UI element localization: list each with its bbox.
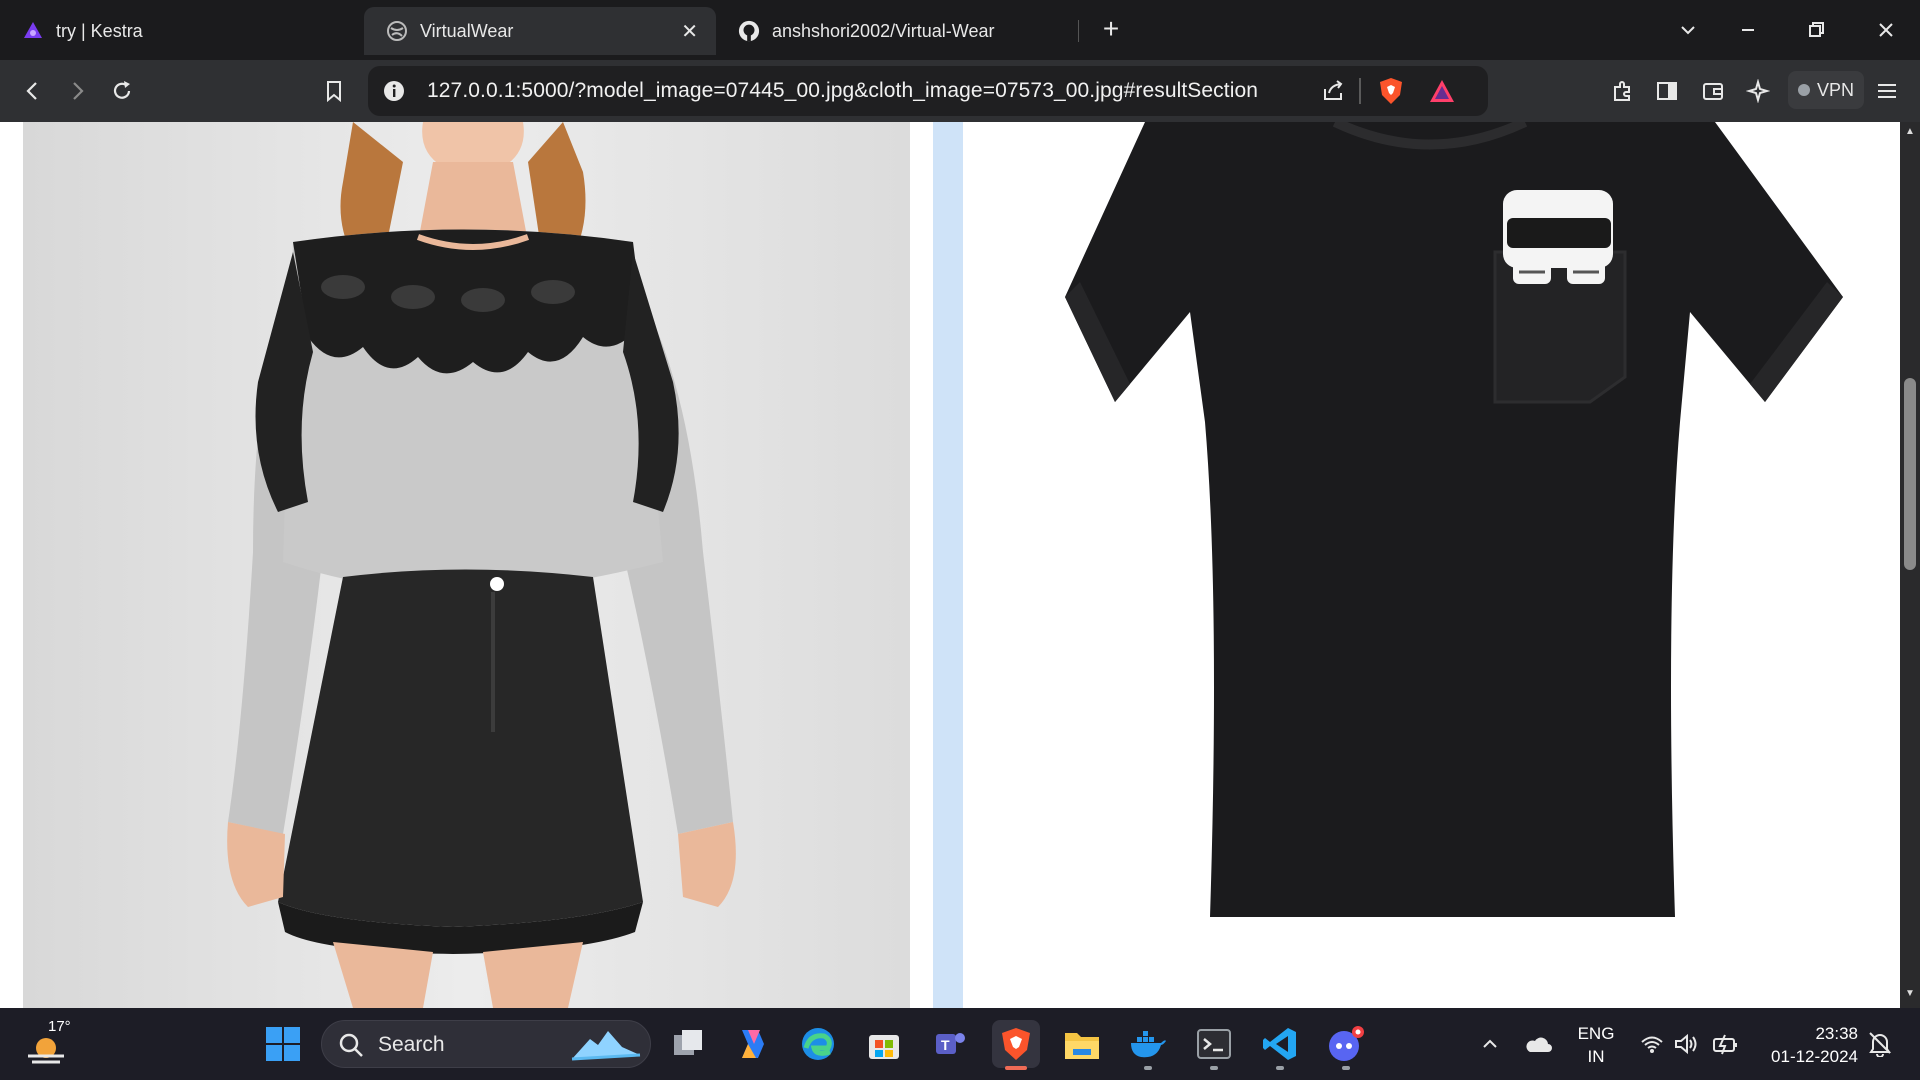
active-indicator [1005,1066,1027,1070]
copilot-icon[interactable] [728,1020,776,1068]
tab-title: VirtualWear [420,20,514,41]
running-indicator [1210,1066,1218,1070]
clock-time: 23:38 [1815,1024,1858,1043]
leo-ai-icon[interactable] [1739,72,1777,110]
address-bar[interactable]: 127.0.0.1:5000/?model_image=07445_00.jpg… [368,66,1488,116]
search-icon [339,1033,363,1057]
kestra-icon [22,20,44,42]
brave-browser-icon[interactable] [992,1020,1040,1070]
running-indicator [1144,1066,1152,1070]
discord-icon[interactable] [1322,1020,1370,1070]
wallet-icon[interactable] [1694,72,1732,110]
site-info-icon[interactable] [382,79,406,103]
terminal-icon[interactable] [1190,1020,1238,1070]
task-view-icon[interactable] [664,1020,712,1068]
vpn-button[interactable]: VPN [1788,71,1864,109]
onedrive-icon[interactable] [1516,1020,1560,1068]
restore-button[interactable] [1796,10,1836,50]
tab-kestra[interactable]: try | Kestra [0,7,360,55]
scroll-down-icon[interactable]: ▼ [1903,988,1917,1002]
tab-title: anshshori2002/Virtual-Wear [772,20,995,41]
vpn-status-dot [1797,84,1810,96]
input-language-indicator[interactable]: ENG IN [1576,1022,1616,1068]
reload-button[interactable] [103,72,141,110]
microsoft-store-icon[interactable] [860,1020,908,1068]
menu-icon[interactable] [1868,72,1906,110]
running-indicator [1276,1066,1284,1070]
sidebar-icon[interactable] [1648,72,1686,110]
scroll-thumb[interactable] [1904,378,1916,570]
weather-widget[interactable]: 17° [22,1018,82,1070]
close-window-button[interactable] [1866,10,1906,50]
forward-button[interactable] [58,72,96,110]
extensions-icon[interactable] [1604,72,1642,110]
brave-rewards-icon[interactable] [1427,76,1457,106]
clock[interactable]: 23:38 01-12-2024 [1752,1022,1858,1068]
windows-taskbar: 17° Search T ENG IN 23:38 01-12-2024 [0,1008,1920,1080]
vscode-icon[interactable] [1256,1020,1304,1070]
back-button[interactable] [14,72,52,110]
omnibox-separator [1359,78,1361,104]
teams-icon[interactable]: T [926,1020,974,1068]
notifications-bell-icon[interactable] [1858,1020,1902,1068]
share-icon[interactable] [1318,76,1348,106]
github-icon [738,20,760,42]
file-explorer-icon[interactable] [1058,1020,1106,1068]
globe-icon [386,20,408,42]
page-scrollbar[interactable]: ▲ ▼ [1900,122,1920,1008]
running-indicator [1342,1066,1350,1070]
tab-virtualwear[interactable]: VirtualWear ✕ [364,7,716,55]
search-highlight-icon [571,1031,641,1061]
clock-date: 01-12-2024 [1771,1047,1858,1066]
cloth-image [985,122,1874,1008]
edge-icon[interactable] [794,1020,842,1068]
bookmark-icon[interactable] [315,72,353,110]
url-text[interactable]: 127.0.0.1:5000/?model_image=07445_00.jpg… [427,79,1258,103]
show-hidden-icons-chevron-icon[interactable] [1468,1020,1512,1068]
taskbar-search[interactable]: Search [321,1020,651,1068]
start-button[interactable] [259,1020,307,1068]
windows-icon [266,1027,300,1061]
tab-search-chevron-icon[interactable] [1668,10,1708,50]
region-code: IN [1587,1047,1605,1066]
close-tab-icon[interactable]: ✕ [681,19,698,44]
page-content [0,122,1900,1008]
minimize-button[interactable] [1728,10,1768,50]
language-code: ENG [1577,1024,1615,1043]
tab-github[interactable]: anshshori2002/Virtual-Wear [716,7,1076,55]
search-label: Search [378,1033,445,1056]
docker-icon[interactable] [1124,1020,1172,1070]
battery-icon[interactable] [1703,1020,1747,1068]
tab-title: try | Kestra [56,20,143,41]
weather-temperature: 17° [48,1018,71,1035]
scroll-up-icon[interactable]: ▲ [1903,126,1917,140]
model-image [23,122,910,1008]
tab-separator [1078,20,1079,42]
panel-divider [933,122,963,1008]
tab-strip: try | Kestra VirtualWear ✕ anshshori2002… [0,0,1920,60]
browser-toolbar: 127.0.0.1:5000/?model_image=07445_00.jpg… [0,60,1920,122]
vpn-label: VPN [1816,79,1854,100]
new-tab-button[interactable]: + [1094,12,1128,46]
svg-text:T: T [941,1037,950,1053]
brave-shields-icon[interactable] [1376,76,1406,106]
